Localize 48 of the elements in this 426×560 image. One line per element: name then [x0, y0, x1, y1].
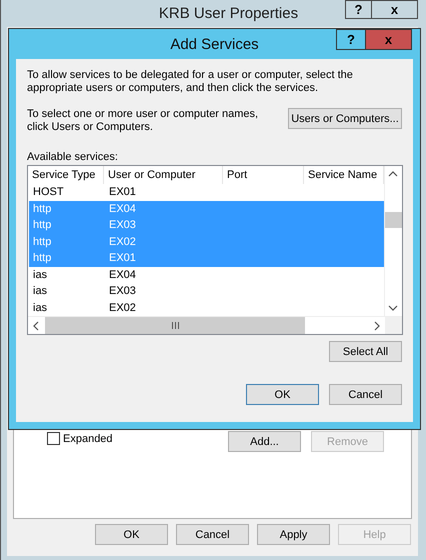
list-cell-text: ias [32, 284, 48, 299]
scrollbar-corner [385, 317, 402, 334]
column-header[interactable]: Port [223, 166, 304, 184]
list-cell-text: EX02 [108, 234, 137, 250]
list-cell-text: http [32, 202, 52, 216]
title-bar-button[interactable]: x [371, 0, 418, 19]
users-or-computers-button[interactable]: Users or Computers... [288, 108, 402, 129]
list-cell-text: EX04 [108, 202, 137, 216]
dialog-button[interactable]: Cancel [329, 384, 402, 405]
select-all-button[interactable]: Select All [329, 341, 402, 362]
list-cell-text: http [32, 234, 52, 250]
dialog-button[interactable]: OK [246, 384, 319, 405]
list-cell-text: http [32, 251, 52, 266]
horizontal-scrollbar[interactable] [28, 316, 402, 334]
list-row[interactable]: ias EX02 [29, 300, 384, 316]
grip-icon [172, 322, 178, 329]
dialog-button[interactable]: Cancel [176, 524, 249, 545]
dialog-button[interactable]: Add... [228, 431, 301, 452]
list-cell-text: HOST [32, 185, 65, 200]
title-bar-button[interactable]: ? [345, 0, 372, 19]
dialog-button[interactable]: Apply [257, 524, 330, 545]
dialog-title: Add Services [170, 36, 259, 52]
instruction-text: To select one or more user or computer names, click Users or Computers. [27, 108, 260, 134]
window-title: KRB User Properties [158, 5, 298, 22]
scroll-thumb[interactable] [385, 212, 402, 228]
help-button[interactable]: ? [336, 29, 366, 50]
list-cell-text: EX01 [108, 185, 137, 200]
scroll-thumb[interactable] [45, 317, 305, 334]
column-header[interactable]: Service Type [28, 166, 104, 184]
list-cell-text: ias [32, 300, 48, 316]
dialog-button[interactable]: OK [95, 524, 168, 545]
list-cell-text: ias [32, 268, 48, 282]
vertical-scrollbar[interactable] [384, 166, 402, 316]
list-row[interactable]: HOST EX01 [29, 184, 384, 200]
close-button[interactable]: x [365, 29, 412, 50]
list-cell-text: EX04 [108, 268, 137, 282]
list-row[interactable]: ias EX04 [29, 266, 384, 283]
list-label: Available services: [27, 151, 119, 163]
instruction-text: To allow services to be delegated for a user or computer, select the appropriate users or computers, and then click the services. [27, 69, 354, 95]
list-cell-text: EX02 [108, 300, 137, 316]
list-cell-text: EX03 [108, 284, 137, 299]
list-cell-text: EX01 [108, 251, 137, 266]
list-cell-text: http [32, 218, 52, 233]
list-cell-text: EX03 [108, 218, 137, 233]
checkbox-label: Expanded [63, 432, 113, 444]
list-row[interactable]: ias EX03 [29, 283, 384, 300]
column-header[interactable]: User or Computer [104, 166, 223, 184]
checkbox[interactable] [47, 432, 60, 445]
